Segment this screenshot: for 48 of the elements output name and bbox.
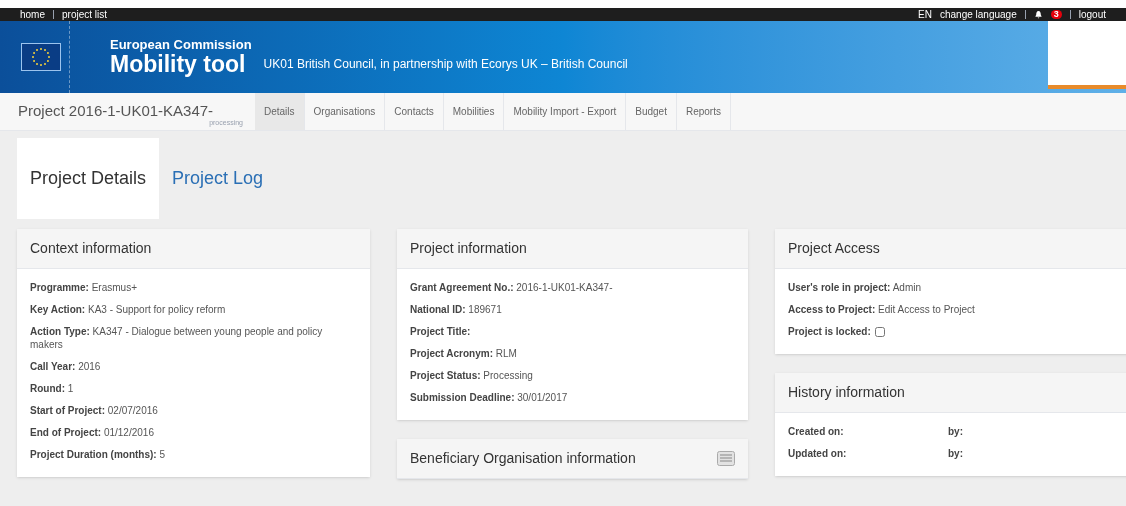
nav-tab[interactable]: Organisations xyxy=(304,93,386,130)
info-field: Start of Project: 02/07/2016 xyxy=(30,404,357,417)
info-field: Submission Deadline: 30/01/2017 xyxy=(410,391,735,404)
field-label: Created on: xyxy=(788,425,845,438)
field-label: by: xyxy=(948,425,963,438)
nav-tab[interactable]: Reports xyxy=(676,93,731,130)
info-field: Project Status: Processing xyxy=(410,369,735,382)
field-label: by: xyxy=(948,447,963,460)
card-title: Beneficiary Organisation information xyxy=(410,449,636,468)
bell-icon[interactable] xyxy=(1033,10,1043,19)
language-code: EN xyxy=(918,9,932,20)
nav-tab[interactable]: Details xyxy=(255,93,305,130)
nav-tab[interactable]: Mobility Import - Export xyxy=(504,93,627,130)
logout-link[interactable]: logout xyxy=(1078,9,1106,20)
info-field: Key Action: KA3 - Support for policy reform xyxy=(30,303,357,316)
nav-link[interactable]: project list xyxy=(62,9,108,20)
info-field: Project Acronym: RLM xyxy=(410,347,735,360)
card-title: Context information xyxy=(30,239,152,258)
agency-name: UK01 British Council, in partnership with Ecorys UK – British Council xyxy=(263,56,628,73)
field-label: Updated on: xyxy=(788,447,848,460)
project-code: Project 2016-1-UK01-KA347- xyxy=(18,101,214,120)
eu-flag-logo xyxy=(20,43,61,71)
app-title: Mobility tool xyxy=(110,53,247,76)
field-label: Project is locked: xyxy=(788,325,871,338)
card-title: History information xyxy=(788,383,905,402)
info-field: Access to Project: Edit Access to Project xyxy=(788,303,1122,316)
info-field: Action Type: KA347 - Dialogue between young people and policy makers xyxy=(30,325,357,351)
org-name: European Commission xyxy=(110,38,252,51)
info-field: Project Title: xyxy=(410,325,735,338)
info-field: Round: 1 xyxy=(30,382,357,395)
info-field: Grant Agreement No.: 2016-1-UK01-KA347- xyxy=(410,281,735,294)
nav-tab[interactable]: Budget xyxy=(626,93,677,130)
info-field: National ID: 189671 xyxy=(410,303,735,316)
nav-link[interactable]: home xyxy=(20,9,45,20)
page-tab[interactable]: Project Details xyxy=(17,138,160,219)
info-field: Call Year: 2016 xyxy=(30,360,357,373)
info-field: Programme: Erasmus+ xyxy=(30,281,357,294)
info-field: User's role in project: Admin xyxy=(788,281,1122,294)
nav-tab[interactable]: Mobilities xyxy=(443,93,505,130)
nav-tab[interactable]: Contacts xyxy=(385,93,444,130)
info-field: End of Project: 01/12/2016 xyxy=(30,426,357,439)
card-title: Project Access xyxy=(788,239,880,258)
notification-badge: 3 xyxy=(1050,10,1062,19)
info-field: Project Duration (months): 5 xyxy=(30,448,357,461)
locked-checkbox[interactable] xyxy=(874,326,885,337)
page-tab[interactable]: Project Log xyxy=(159,138,277,219)
change-language-link[interactable]: change language xyxy=(940,9,1017,20)
card-title: Project information xyxy=(410,239,527,258)
